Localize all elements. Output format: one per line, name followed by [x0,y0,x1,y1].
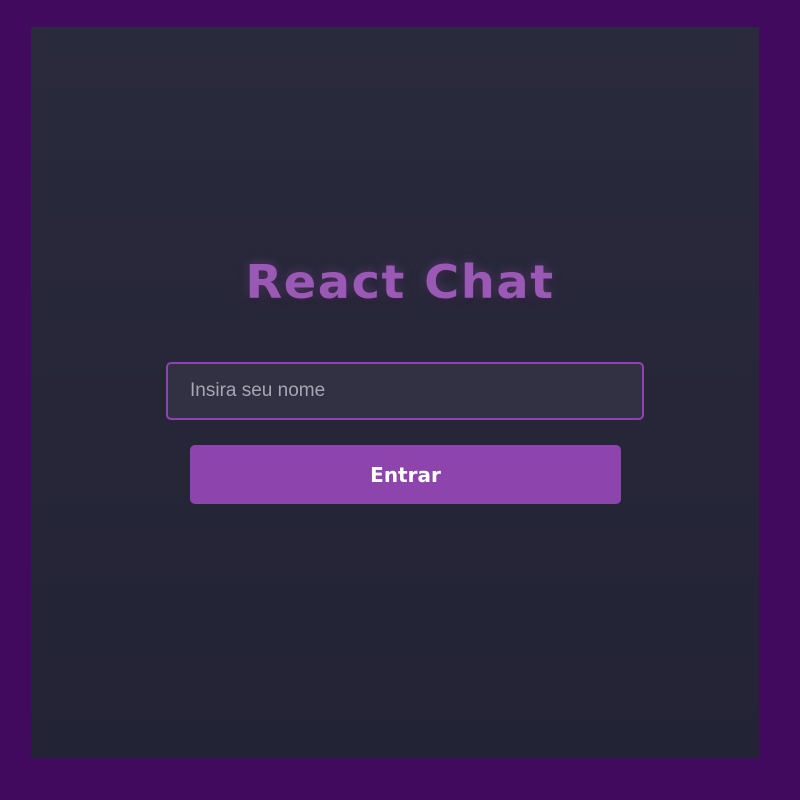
name-input[interactable] [166,362,644,420]
enter-button[interactable]: Entrar [190,445,621,504]
app-title: React Chat [245,255,555,309]
